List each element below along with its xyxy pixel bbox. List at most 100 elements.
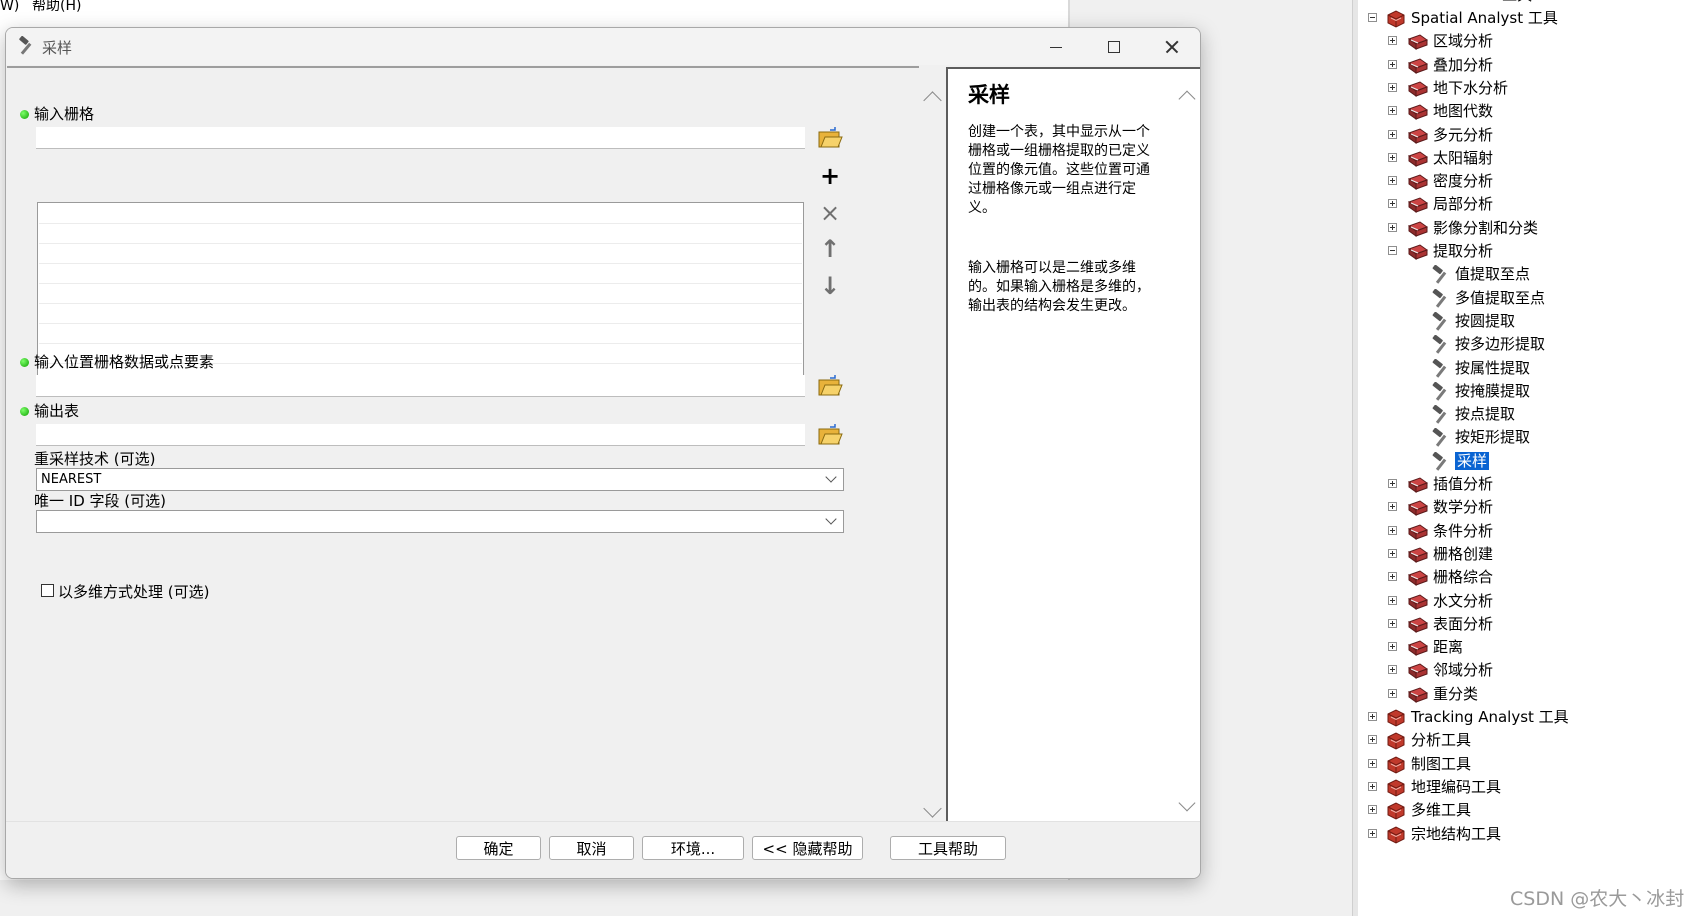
unique-id-dropdown[interactable] [36, 510, 844, 533]
expand-icon[interactable] [1388, 36, 1397, 46]
expand-icon[interactable] [1368, 828, 1377, 838]
tree-item-tool[interactable]: 按掩膜提取 [1358, 380, 1687, 403]
tree-item-toolset[interactable]: 栅格创建 [1358, 543, 1687, 566]
expand-icon[interactable] [1388, 152, 1397, 162]
expand-icon[interactable] [1388, 479, 1397, 488]
scroll-up-icon[interactable] [1178, 90, 1196, 108]
tree-item-toolbox[interactable]: 分析工具 [1358, 729, 1687, 752]
tree-item-toolset[interactable]: 数学分析 [1358, 496, 1687, 519]
expand-icon[interactable] [1388, 222, 1397, 232]
expand-icon[interactable] [1368, 712, 1377, 721]
move-up-button[interactable]: ↑ [817, 236, 843, 262]
tree-item-tool[interactable]: 按点提取 [1358, 403, 1687, 426]
tree-item-toolset[interactable]: 重分类 [1358, 683, 1687, 706]
folder-open-icon[interactable] [817, 423, 843, 447]
tool-help-button[interactable]: 工具帮助 [890, 836, 1006, 860]
tree-item-tool[interactable]: 按多边形提取 [1358, 333, 1687, 356]
close-button[interactable] [1142, 28, 1200, 65]
expand-icon[interactable] [1388, 199, 1397, 209]
expand-icon[interactable] [1388, 665, 1397, 675]
tree-item-toolset[interactable]: 地下水分析 [1358, 77, 1687, 100]
scroll-down-icon[interactable] [923, 799, 942, 818]
expand-icon[interactable] [1388, 688, 1397, 698]
scroll-up-icon[interactable] [923, 91, 942, 110]
tree-item-toolbox[interactable]: 制图工具 [1358, 753, 1687, 776]
expand-icon[interactable] [1388, 59, 1397, 69]
minimize-button[interactable] [1026, 28, 1084, 65]
collapse-icon[interactable] [1368, 13, 1377, 22]
expand-icon[interactable] [1388, 82, 1397, 92]
tree-item-tool[interactable]: 值提取至点 [1358, 263, 1687, 286]
parameters-scrollbar[interactable] [918, 66, 948, 821]
resampling-dropdown[interactable]: NEAREST [36, 468, 844, 491]
expand-icon[interactable] [1368, 805, 1377, 815]
tree-item-toolset[interactable]: 提取分析 [1358, 240, 1687, 263]
tree-item-label: 局部分析 [1433, 195, 1494, 214]
tree-item-toolset[interactable]: 局部分析 [1358, 193, 1687, 216]
tree-item-toolbox[interactable]: 宗地结构工具 [1358, 823, 1687, 846]
expand-icon[interactable] [1368, 735, 1377, 745]
menu-fragment[interactable]: W) [0, 0, 19, 13]
expand-icon[interactable] [1368, 758, 1377, 768]
tree-item-toolset[interactable]: 条件分析 [1358, 520, 1687, 543]
hammer-icon [1432, 335, 1447, 354]
tree-item-tool[interactable]: 按属性提取 [1358, 357, 1687, 380]
expand-icon[interactable] [1388, 642, 1397, 652]
tree-item-tool[interactable]: 采样 [1358, 450, 1687, 473]
tree-item-label: 多元分析 [1433, 125, 1494, 144]
expand-icon[interactable] [1388, 129, 1397, 139]
menu-help[interactable]: 帮助(H) [32, 0, 81, 13]
tree-item-toolset[interactable]: 栅格综合 [1358, 566, 1687, 589]
scroll-down-icon[interactable] [1178, 794, 1196, 812]
tree-item-label: 按属性提取 [1455, 358, 1531, 377]
tree-item-toolbox[interactable]: 地理编码工具 [1358, 776, 1687, 799]
tree-item-toolset[interactable]: 区域分析 [1358, 30, 1687, 53]
folder-open-icon[interactable] [817, 374, 843, 398]
add-button[interactable]: + [817, 163, 843, 189]
expand-icon[interactable] [1368, 781, 1377, 791]
tree-item-tool[interactable]: 多值提取至点 [1358, 287, 1687, 310]
tree-item-toolbox[interactable]: 多维工具 [1358, 799, 1687, 822]
expand-icon[interactable] [1388, 502, 1397, 512]
expand-icon[interactable] [1388, 595, 1397, 605]
tree-item-toolset[interactable]: 插值分析 [1358, 473, 1687, 496]
tree-item-toolset[interactable]: 叠加分析 [1358, 54, 1687, 77]
tree-item-toolbox[interactable]: Spatial Analyst 工具 [1358, 7, 1687, 30]
unique-id-label: 唯一 ID 字段 (可选) [34, 492, 166, 510]
hide-help-button[interactable]: << 隐藏帮助 [752, 836, 863, 860]
input-rasters-field[interactable] [36, 127, 805, 149]
expand-icon[interactable] [1388, 548, 1397, 558]
tree-item-toolset[interactable]: 水文分析 [1358, 590, 1687, 613]
dialog-button-row: 确定 取消 环境... << 隐藏帮助 工具帮助 [6, 821, 1200, 878]
tree-item-toolset[interactable]: 影像分割和分类 [1358, 217, 1687, 240]
expand-icon[interactable] [1388, 525, 1397, 535]
expand-icon[interactable] [1388, 572, 1397, 582]
tree-item-toolset[interactable]: 密度分析 [1358, 170, 1687, 193]
expand-icon[interactable] [1388, 176, 1397, 186]
expand-icon[interactable] [1388, 618, 1397, 628]
collapse-icon[interactable] [1388, 246, 1397, 255]
cancel-button[interactable]: 取消 [549, 836, 634, 860]
multidim-checkbox[interactable] [41, 584, 54, 597]
tree-item-toolset[interactable]: 距离 [1358, 636, 1687, 659]
tree-item-tool[interactable]: 按矩形提取 [1358, 426, 1687, 449]
chevron-down-icon [825, 471, 837, 483]
ok-button[interactable]: 确定 [456, 836, 541, 860]
tree-item-toolbox[interactable]: Schematics 工具 [1358, 0, 1687, 7]
expand-icon[interactable] [1388, 106, 1397, 116]
input-location-field[interactable] [36, 375, 805, 397]
remove-button[interactable]: × [817, 200, 843, 226]
tree-item-toolset[interactable]: 太阳辐射 [1358, 147, 1687, 170]
tree-item-toolset[interactable]: 地图代数 [1358, 100, 1687, 123]
tree-item-toolset[interactable]: 邻域分析 [1358, 659, 1687, 682]
dialog-titlebar[interactable]: 采样 [6, 28, 1200, 65]
output-table-field[interactable] [36, 424, 805, 446]
tree-item-toolset[interactable]: 多元分析 [1358, 124, 1687, 147]
environments-button[interactable]: 环境... [642, 836, 744, 860]
move-down-button[interactable]: ↓ [817, 273, 843, 299]
maximize-button[interactable] [1084, 28, 1142, 65]
tree-item-tool[interactable]: 按圆提取 [1358, 310, 1687, 333]
tree-item-toolbox[interactable]: Tracking Analyst 工具 [1358, 706, 1687, 729]
tree-item-toolset[interactable]: 表面分析 [1358, 613, 1687, 636]
folder-open-icon[interactable] [817, 126, 843, 150]
